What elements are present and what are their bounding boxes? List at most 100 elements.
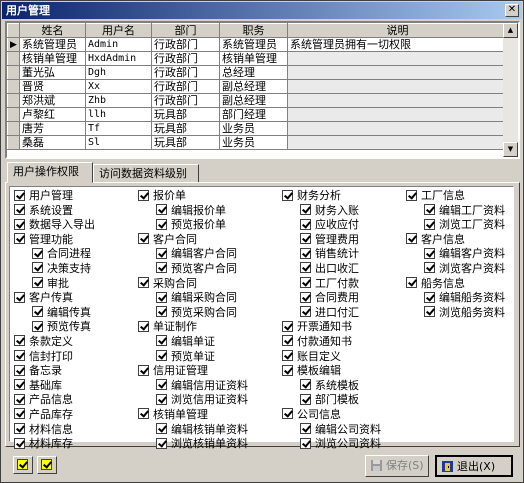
cell-description[interactable] xyxy=(287,79,508,94)
table-row[interactable]: 卢黎红 llh 玩具部 部门经理 xyxy=(7,107,508,122)
cell-position[interactable]: 业务员 xyxy=(219,135,288,150)
permission-item[interactable]: 开票通知书 xyxy=(282,320,381,335)
row-indicator[interactable] xyxy=(7,107,20,122)
permission-item[interactable]: 审批 xyxy=(14,277,95,292)
permission-item[interactable]: 编辑船务资料 xyxy=(406,291,505,306)
permission-checkbox[interactable] xyxy=(406,277,417,289)
permission-item[interactable]: 付款通知书 xyxy=(282,335,381,350)
permission-item[interactable]: 浏览客户资料 xyxy=(406,262,505,277)
permission-checkbox[interactable] xyxy=(300,437,311,449)
permission-item[interactable]: 编辑核销单资料 xyxy=(138,423,248,438)
permission-checkbox[interactable] xyxy=(300,393,311,405)
permission-item[interactable]: 产品信息 xyxy=(14,393,95,408)
permission-checkbox[interactable] xyxy=(300,423,311,434)
permission-item[interactable]: 决策支持 xyxy=(14,262,95,277)
permission-item[interactable]: 采购合同 xyxy=(138,277,248,292)
permission-checkbox[interactable] xyxy=(14,218,25,230)
cell-department[interactable]: 玩具部 xyxy=(151,135,220,150)
permission-item[interactable]: 财务入账 xyxy=(282,204,381,219)
permission-item[interactable]: 系统设置 xyxy=(14,204,95,219)
permission-checkbox[interactable] xyxy=(406,233,417,245)
tab-user-permissions[interactable]: 用户操作权限 xyxy=(7,162,93,183)
table-row[interactable]: 唐芳 Tf 玩具部 业务员 xyxy=(7,121,508,136)
permission-item[interactable]: 信用证管理 xyxy=(138,364,248,379)
cell-description[interactable]: 系统管理员拥有一切权限 xyxy=(287,37,508,52)
permission-checkbox[interactable] xyxy=(138,277,149,289)
permission-checkbox[interactable] xyxy=(300,277,311,289)
cell-username[interactable]: Zhb xyxy=(85,93,152,108)
permission-checkbox[interactable] xyxy=(282,189,293,201)
row-indicator[interactable] xyxy=(7,135,20,150)
permission-item[interactable]: 管理费用 xyxy=(282,233,381,248)
permission-item[interactable]: 编辑信用证资料 xyxy=(138,379,248,394)
table-row[interactable]: 晋贤 Xx 行政部门 副总经理 xyxy=(7,79,508,94)
permission-checkbox[interactable] xyxy=(14,204,25,216)
permission-checkbox[interactable] xyxy=(424,306,435,318)
cell-department[interactable]: 行政部门 xyxy=(151,51,220,66)
permission-item[interactable]: 浏览船务资料 xyxy=(406,306,505,321)
table-row[interactable]: 董光弘 Dgh 行政部门 总经理 xyxy=(7,65,508,80)
permission-item[interactable]: 编辑传真 xyxy=(14,306,95,321)
permission-item[interactable]: 编辑采购合同 xyxy=(138,291,248,306)
permission-checkbox[interactable] xyxy=(282,350,293,362)
current-row-indicator[interactable]: ▶ xyxy=(7,37,20,52)
permission-checkbox[interactable] xyxy=(14,437,25,449)
permission-checkbox[interactable] xyxy=(156,350,167,362)
permission-checkbox[interactable] xyxy=(424,204,435,216)
permission-checkbox[interactable] xyxy=(156,379,167,391)
permission-item[interactable]: 核销单管理 xyxy=(138,408,248,423)
permission-checkbox[interactable] xyxy=(14,423,25,434)
cell-description[interactable] xyxy=(287,135,508,150)
permission-item[interactable]: 预览传真 xyxy=(14,320,95,335)
permission-checkbox[interactable] xyxy=(156,306,167,318)
close-icon[interactable]: ✕ xyxy=(505,4,519,17)
cell-department[interactable]: 玩具部 xyxy=(151,121,220,136)
permission-item[interactable]: 产品库存 xyxy=(14,408,95,423)
permission-checkbox[interactable] xyxy=(406,189,417,201)
cell-description[interactable] xyxy=(287,51,508,66)
permission-checkbox[interactable] xyxy=(156,335,167,347)
scroll-down-arrow-icon[interactable]: ▼ xyxy=(503,142,518,157)
permission-item[interactable]: 编辑客户资料 xyxy=(406,247,505,262)
cell-name[interactable]: 董光弘 xyxy=(19,65,86,80)
permission-checkbox[interactable] xyxy=(32,262,43,274)
permission-item[interactable]: 部门模板 xyxy=(282,393,381,408)
cell-position[interactable]: 总经理 xyxy=(219,65,288,80)
permission-item[interactable]: 浏览信用证资料 xyxy=(138,393,248,408)
scroll-up-arrow-icon[interactable]: ▲ xyxy=(503,23,518,38)
table-row[interactable]: 桑磊 Sl 玩具部 业务员 xyxy=(7,135,508,150)
permission-item[interactable]: 预览单证 xyxy=(138,350,248,365)
permission-checkbox[interactable] xyxy=(424,218,435,230)
grid-vertical-scrollbar[interactable]: ▲ ▼ xyxy=(503,23,518,157)
permission-checkbox[interactable] xyxy=(156,204,167,216)
permission-item[interactable]: 预览采购合同 xyxy=(138,306,248,321)
permission-item[interactable]: 管理功能 xyxy=(14,233,95,248)
cell-username[interactable]: Xx xyxy=(85,79,152,94)
cell-description[interactable] xyxy=(287,65,508,80)
cell-position[interactable]: 部门经理 xyxy=(219,107,288,122)
row-indicator[interactable] xyxy=(7,93,20,108)
cell-username[interactable]: HxdAdmin xyxy=(85,51,152,66)
permission-checkbox[interactable] xyxy=(282,335,293,347)
permission-checkbox[interactable] xyxy=(14,233,25,245)
permission-item[interactable]: 客户合同 xyxy=(138,233,248,248)
select-all-button[interactable] xyxy=(13,456,33,474)
permission-checkbox[interactable] xyxy=(300,379,311,391)
cell-username[interactable]: Sl xyxy=(85,135,152,150)
permission-checkbox[interactable] xyxy=(14,408,25,420)
cell-name[interactable]: 唐芳 xyxy=(19,121,86,136)
permission-checkbox[interactable] xyxy=(424,247,435,259)
permission-checkbox[interactable] xyxy=(156,218,167,230)
permission-checkbox[interactable] xyxy=(156,291,167,303)
permission-item[interactable]: 备忘录 xyxy=(14,364,95,379)
permission-checkbox[interactable] xyxy=(138,233,149,245)
permission-item[interactable]: 系统模板 xyxy=(282,379,381,394)
permission-checkbox[interactable] xyxy=(300,218,311,230)
permission-checkbox[interactable] xyxy=(138,189,149,201)
permission-item[interactable]: 条款定义 xyxy=(14,335,95,350)
permission-item[interactable]: 报价单 xyxy=(138,189,248,204)
cell-username[interactable]: llh xyxy=(85,107,152,122)
permission-item[interactable]: 应收应付 xyxy=(282,218,381,233)
permission-checkbox[interactable] xyxy=(424,291,435,303)
cell-description[interactable] xyxy=(287,107,508,122)
